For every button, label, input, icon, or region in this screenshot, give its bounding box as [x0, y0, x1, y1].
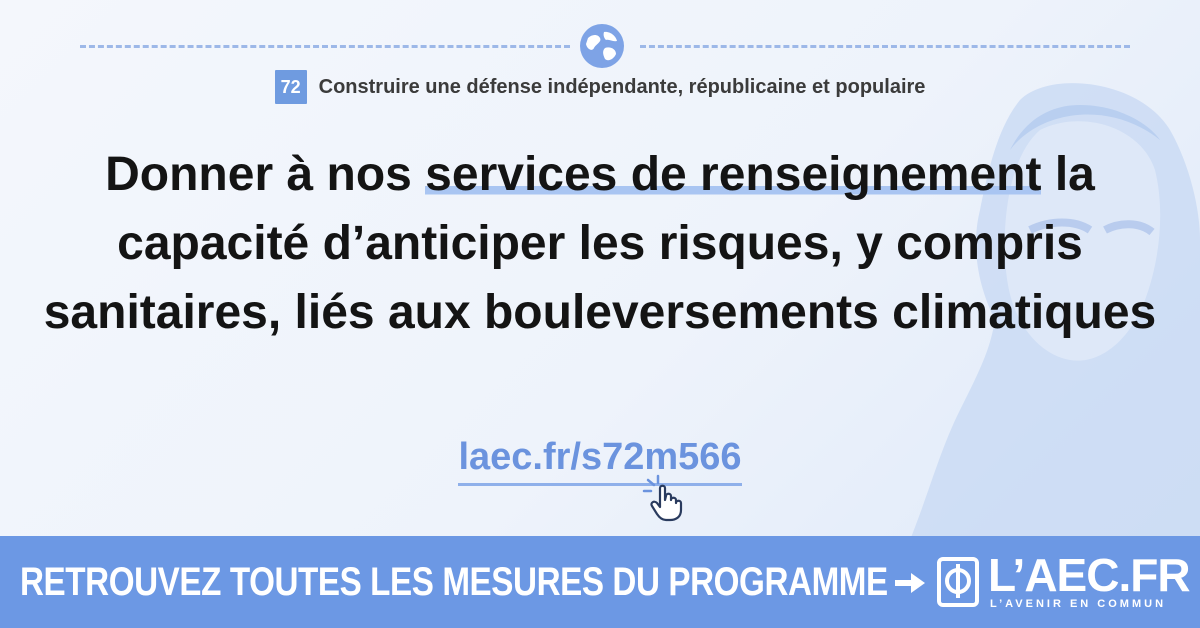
short-link[interactable]: laec.fr/s72m566 [458, 435, 742, 486]
phi-logo-icon [937, 557, 979, 607]
headline: Donner à nos services de renseignement l… [40, 140, 1160, 347]
headline-part-1: Donner à nos [105, 148, 426, 201]
divider-right [640, 45, 1130, 48]
category-line: 72 Construire une défense indépendante, … [0, 70, 1200, 104]
globe-icon [580, 24, 624, 68]
logo-subtitle: L’AVENIR EN COMMUN [990, 598, 1167, 610]
headline-highlight: services de renseignement [425, 148, 1042, 201]
arrow-right-icon [895, 573, 925, 593]
click-hand-icon [642, 474, 683, 522]
category-number-badge: 72 [274, 70, 307, 104]
banner-text: RETROUVEZ TOUTES LES MESURES DU PROGRAMM… [20, 559, 888, 604]
link-container: laec.fr/s72m566 [0, 435, 1200, 486]
logo-text: L’AEC.FR [988, 549, 1191, 601]
category-title: Construire une défense indépendante, rép… [318, 75, 926, 98]
share-card: 72 Construire une défense indépendante, … [0, 0, 1200, 628]
divider-left [80, 45, 570, 48]
